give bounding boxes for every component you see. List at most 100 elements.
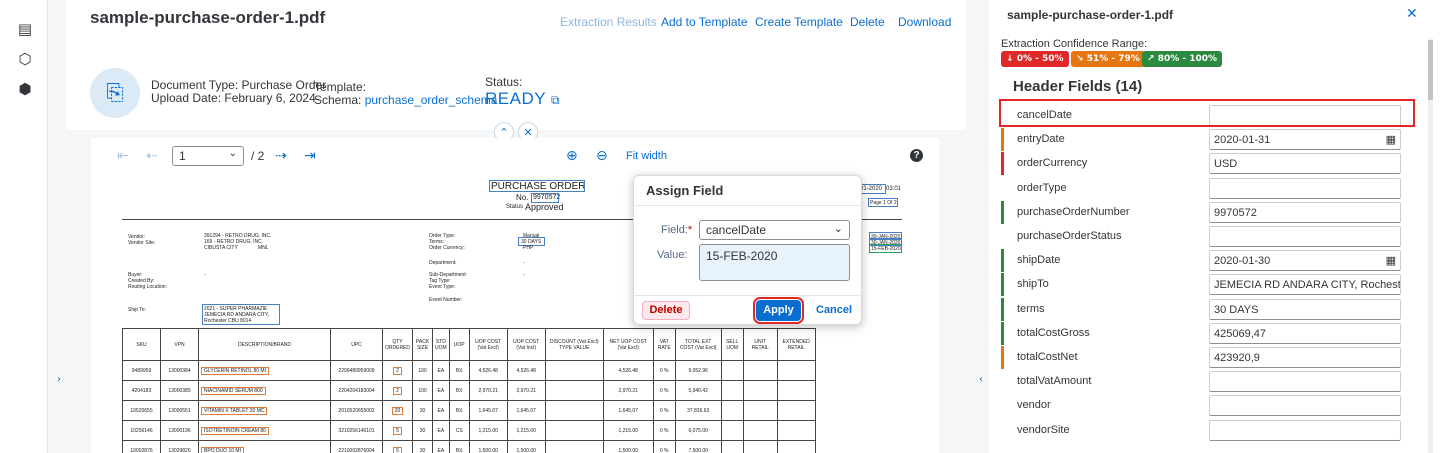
field-input[interactable] xyxy=(1209,371,1401,393)
fit-width-link[interactable]: Fit width xyxy=(626,150,667,162)
templates-icon[interactable]: ⬢ xyxy=(16,80,34,98)
field-input[interactable]: 2020-01-31 ▦ xyxy=(1209,129,1401,151)
field-row-entryDate[interactable]: entryDate 2020-01-31 ▦ xyxy=(1001,128,1413,152)
field-row-orderType[interactable]: orderType xyxy=(1001,177,1413,200)
table-cell: EA xyxy=(432,440,450,453)
table-cell: BX xyxy=(448,380,470,401)
table-cell xyxy=(720,360,744,381)
next-page-icon[interactable]: ⇢ xyxy=(275,148,287,164)
annotation-box[interactable]: 20 xyxy=(391,406,404,415)
annotation-box[interactable]: 5 xyxy=(393,446,402,453)
calendar-icon[interactable]: ▦ xyxy=(1386,254,1396,267)
previous-page-icon[interactable]: ⇠ xyxy=(146,148,158,164)
table-cell xyxy=(742,420,778,441)
close-icon[interactable]: ✕ xyxy=(1406,6,1418,22)
field-input[interactable]: 30 DAYS xyxy=(1209,298,1401,320)
dialog-title: Assign Field xyxy=(646,183,724,198)
zoom-in-icon[interactable]: ⊕ xyxy=(566,148,578,164)
download-link[interactable]: Download xyxy=(898,15,951,29)
value-textarea[interactable]: 15-FEB-2020 xyxy=(699,244,850,281)
table-header-cell: UOP xyxy=(448,328,470,361)
cancel-button[interactable]: Cancel xyxy=(816,304,852,316)
selected-field-highlight xyxy=(999,99,1415,127)
expand-left-icon[interactable]: › xyxy=(57,374,61,385)
annotation-box[interactable]: 2 xyxy=(393,386,402,395)
last-page-icon[interactable]: ⇥ xyxy=(304,148,316,164)
annotation-box[interactable]: NIACINAMID SERUM 800 xyxy=(201,386,266,395)
table-cell xyxy=(544,420,604,441)
annotation-box[interactable]: 5 xyxy=(393,426,402,435)
field-input[interactable] xyxy=(1209,419,1401,441)
delete-button[interactable]: Delete xyxy=(642,301,690,320)
selected-annotation-box[interactable] xyxy=(869,244,902,253)
field-input[interactable]: 2020-01-30 ▦ xyxy=(1209,250,1401,272)
field-row-shipDate[interactable]: shipDate 2020-01-30 ▦ xyxy=(1001,249,1413,273)
annotation-box[interactable]: GLYCERIN RETINOL 80 MI xyxy=(201,366,269,375)
apply-button[interactable]: Apply xyxy=(753,297,804,324)
first-page-icon[interactable]: ⇤ xyxy=(117,148,129,164)
field-input[interactable]: USD xyxy=(1209,153,1401,175)
field-input[interactable] xyxy=(1209,226,1401,247)
annotation-box[interactable] xyxy=(202,304,280,325)
annotation-box[interactable] xyxy=(859,184,886,194)
field-row-totalCostGross[interactable]: totalCostGross 425069,47 xyxy=(1001,321,1413,345)
table-cell: 1,215.00 xyxy=(506,420,546,441)
field-row-totalVatAmount[interactable]: totalVatAmount xyxy=(1001,370,1413,393)
badge-label: 51% - 79% xyxy=(1086,54,1140,64)
create-template-link[interactable]: Create Template xyxy=(755,15,843,29)
field-input[interactable]: 423920,9 xyxy=(1209,347,1401,368)
field-row-vendor[interactable]: vendor xyxy=(1001,394,1413,417)
field-input[interactable] xyxy=(1209,177,1401,199)
field-input[interactable] xyxy=(1209,395,1401,417)
table-cell: 1,500.00 xyxy=(468,440,508,453)
field-input[interactable]: 9970572 xyxy=(1209,201,1401,223)
field-row-shipTo[interactable]: shipTo JEMECIA RD ANDARA CITY, Rochester.… xyxy=(1001,273,1413,297)
table-cell: 30 xyxy=(412,440,434,453)
field-label: purchaseOrderStatus xyxy=(1017,230,1122,242)
field-select[interactable]: cancelDate ⌄ xyxy=(699,220,850,240)
annotation-box[interactable]: VITAMIN X TABLET 20 MC xyxy=(201,406,268,415)
page-select[interactable]: 1 ⌄ xyxy=(172,146,244,166)
table-header-cell: QTY ORDERED xyxy=(381,328,414,361)
table-header-cell: UPC xyxy=(330,328,383,361)
table-cell xyxy=(720,420,744,441)
annotation-box[interactable]: 2 xyxy=(393,366,402,375)
field-row-purchaseOrderStatus[interactable]: purchaseOrderStatus xyxy=(1001,225,1413,248)
help-icon[interactable]: ? xyxy=(910,149,923,162)
field-input[interactable]: 425069,47 xyxy=(1209,322,1401,344)
documents-icon[interactable]: ▤ xyxy=(16,20,34,38)
schema-icon[interactable]: ⬡ xyxy=(16,50,34,68)
copy-icon[interactable]: ⧉ xyxy=(551,93,560,107)
field-row-totalCostNet[interactable]: totalCostNet 423920,9 xyxy=(1001,346,1413,369)
table-header-cell: UOP COST (Vat Incl) xyxy=(506,328,546,361)
trend-up-icon: ↗ xyxy=(1147,54,1155,64)
table-header-cell: VAT RATE xyxy=(652,328,676,361)
scrollbar[interactable] xyxy=(1428,38,1433,453)
field-row-vendorSite[interactable]: vendorSite xyxy=(1001,419,1413,442)
field-row-purchaseOrderNumber[interactable]: purchaseOrderNumber 9970572 xyxy=(1001,200,1413,224)
extraction-results-link[interactable]: Extraction Results xyxy=(560,15,657,29)
collapse-right-icon[interactable]: ‹ xyxy=(979,374,983,385)
annotation-box[interactable] xyxy=(489,180,585,192)
field-row-terms[interactable]: terms 30 DAYS xyxy=(1001,297,1413,321)
table-cell: 10002876 xyxy=(122,440,161,453)
table-cell: 2,970.21 xyxy=(506,380,546,401)
confidence-range-label: Extraction Confidence Range: xyxy=(1001,38,1148,50)
annotation-box[interactable]: BPO DUO 10 MI xyxy=(201,446,244,453)
table-header-cell: UNIT RETAIL xyxy=(742,328,778,361)
schema-link[interactable]: purchase_order_schema xyxy=(365,93,498,107)
zoom-out-icon[interactable]: ⊖ xyxy=(596,148,608,164)
table-header-cell: VPN xyxy=(160,328,199,361)
add-to-template-link[interactable]: Add to Template xyxy=(661,15,748,29)
scrollbar-thumb[interactable] xyxy=(1428,40,1433,100)
confidence-indicator xyxy=(1001,346,1004,369)
table-row: 10002876 13029826 BPO DUO 10 MI 22100028760… xyxy=(122,440,816,453)
annotation-box[interactable]: ISOTRETINOIN CREAM 80 xyxy=(201,426,269,435)
table-cell xyxy=(720,400,744,421)
field-input[interactable]: JEMECIA RD ANDARA CITY, Rochester... xyxy=(1209,274,1401,296)
calendar-icon[interactable]: ▦ xyxy=(1386,133,1396,146)
panel-title: sample-purchase-order-1.pdf xyxy=(1007,8,1174,22)
field-row-orderCurrency[interactable]: orderCurrency USD xyxy=(1001,152,1413,176)
annotation-box[interactable] xyxy=(868,198,898,207)
delete-link[interactable]: Delete xyxy=(850,15,885,29)
